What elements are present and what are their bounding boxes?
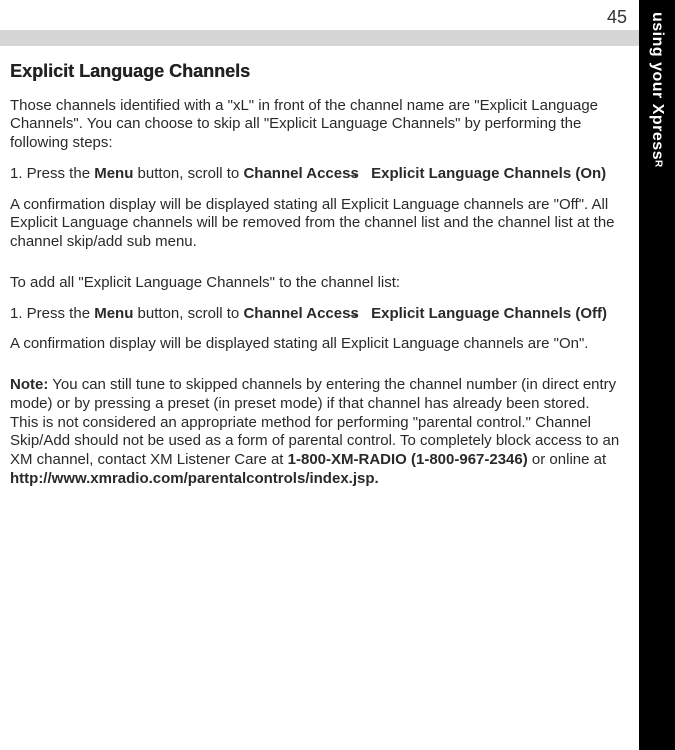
section-heading: Explicit Language Channels	[10, 60, 621, 83]
url-text: http://www.xmradio.com/parentalcontrols/…	[10, 470, 379, 487]
intro-paragraph: Those channels identified with a "xL" in…	[10, 97, 621, 153]
confirm-off-paragraph: A confirmation display will be displayed…	[10, 196, 621, 252]
menu-label: Menu	[94, 305, 133, 322]
text: button, scroll to	[133, 165, 243, 182]
text: button, scroll to	[133, 305, 243, 322]
text: 1. Press the	[10, 165, 94, 182]
text: 1. Press the	[10, 305, 94, 322]
elc-off-label: Explicit Language Channels (Off)	[371, 305, 607, 322]
add-intro-paragraph: To add all "Explicit Language Channels" …	[10, 274, 621, 293]
note-body: or online at	[528, 451, 606, 468]
page-content: Explicit Language Channels Those channel…	[10, 60, 625, 740]
side-tab-sup: R	[651, 160, 664, 168]
menu-label: Menu	[94, 165, 133, 182]
elc-on-label: Explicit Language Channels (On)	[371, 165, 606, 182]
note-paragraph: Note: You can still tune to skipped chan…	[10, 376, 621, 489]
side-tab: using your XpressR	[639, 0, 675, 750]
step-1-off: 1. Press the Menu button, scroll to Chan…	[10, 305, 621, 324]
side-tab-label: using your Xpress	[647, 12, 667, 160]
phone-number: 1-800-XM-RADIO (1-800-967-2346)	[288, 451, 528, 468]
page-number: 45	[607, 6, 627, 29]
header-band	[0, 30, 639, 46]
channel-access-label: Channel Access	[243, 305, 358, 322]
confirm-on-paragraph: A confirmation display will be displayed…	[10, 335, 621, 354]
note-label: Note:	[10, 376, 48, 393]
channel-access-label: Channel Access	[243, 165, 358, 182]
step-1-on: 1. Press the Menu button, scroll to Chan…	[10, 165, 621, 184]
